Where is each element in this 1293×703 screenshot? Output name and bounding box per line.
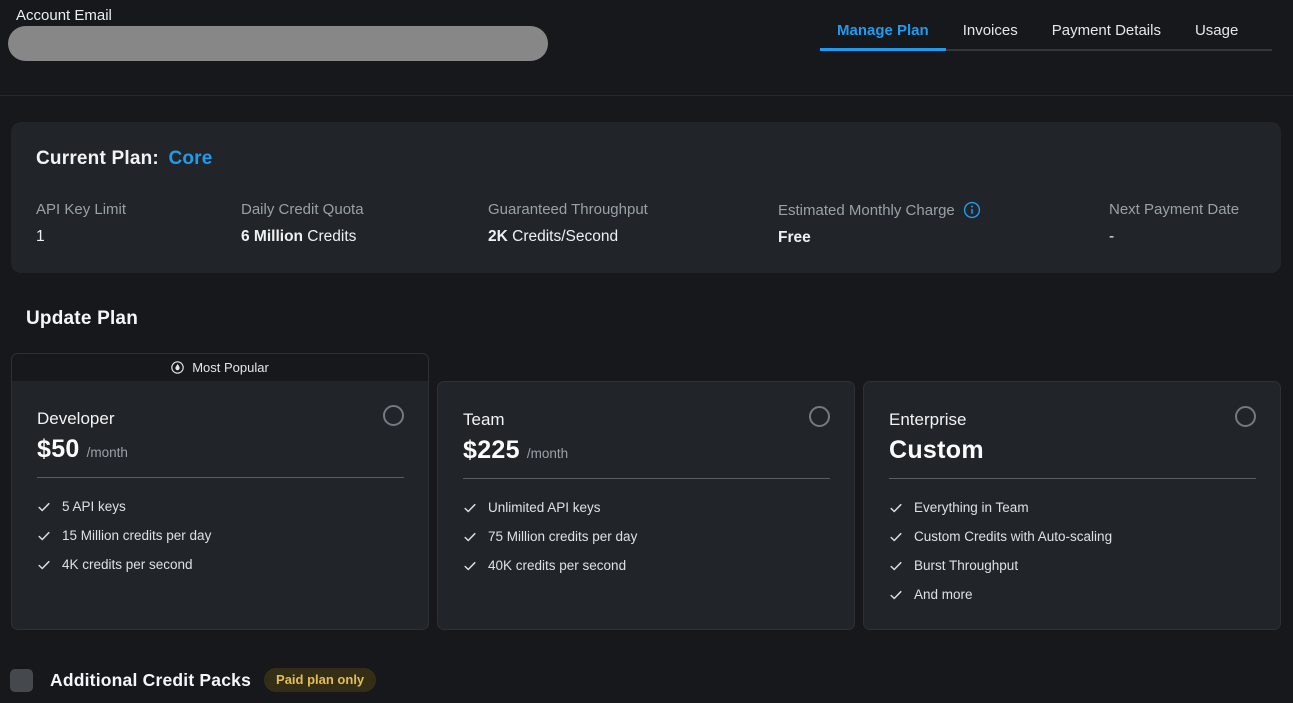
billing-tabs: Manage Plan Invoices Payment Details Usa… (820, 0, 1272, 51)
additional-credit-packs-checkbox[interactable] (10, 669, 33, 692)
radio-select-team[interactable] (809, 406, 830, 427)
card-divider (889, 478, 1256, 479)
stat-label: Daily Credit Quota (241, 201, 364, 218)
feature-item: And more (889, 580, 1256, 609)
check-icon (37, 500, 51, 514)
additional-credit-packs-row: Additional Credit Packs Paid plan only (10, 668, 376, 692)
header-divider (0, 95, 1293, 96)
account-email-label: Account Email (16, 7, 112, 24)
plan-name: Team (463, 409, 830, 430)
feature-list: 5 API keys 15 Million credits per day 4K… (37, 492, 404, 579)
plan-card-enterprise[interactable]: Enterprise Custom Everything in Team Cus… (863, 381, 1281, 630)
stat-estimated-monthly-charge: Estimated Monthly Charge Free (778, 201, 981, 247)
check-icon (889, 530, 903, 544)
flame-icon (171, 361, 184, 374)
stat-label: Estimated Monthly Charge (778, 202, 955, 219)
current-plan-title-prefix: Current Plan: (36, 148, 159, 169)
feature-item: 15 Million credits per day (37, 521, 404, 550)
plan-card-developer[interactable]: Developer $50 /month 5 API keys 15 Milli… (11, 381, 429, 630)
check-icon (889, 501, 903, 515)
additional-credit-packs-label: Additional Credit Packs (50, 670, 251, 691)
check-icon (37, 529, 51, 543)
feature-item: Everything in Team (889, 493, 1256, 522)
stat-value: 6 Million Credits (241, 228, 364, 246)
plan-period: /month (87, 445, 128, 460)
check-icon (889, 588, 903, 602)
stat-daily-credit-quota: Daily Credit Quota 6 Million Credits (241, 201, 364, 246)
plan-period: /month (527, 446, 568, 461)
radio-select-enterprise[interactable] (1235, 406, 1256, 427)
radio-select-developer[interactable] (383, 405, 404, 426)
stat-value: - (1109, 228, 1239, 246)
tab-payment-details[interactable]: Payment Details (1035, 11, 1178, 49)
paid-plan-only-badge: Paid plan only (264, 668, 376, 692)
feature-item: Unlimited API keys (463, 493, 830, 522)
stat-value: Free (778, 229, 981, 247)
feature-list: Unlimited API keys 75 Million credits pe… (463, 493, 830, 580)
feature-item: 4K credits per second (37, 550, 404, 579)
current-plan-title: Current Plan: Core (36, 148, 213, 170)
plan-price: $50 (37, 435, 80, 464)
stat-value: 2K Credits/Second (488, 228, 648, 246)
stat-label: Guaranteed Throughput (488, 201, 648, 218)
check-icon (37, 558, 51, 572)
current-plan-card: Current Plan: Core API Key Limit 1 Daily… (11, 122, 1281, 273)
card-divider (463, 478, 830, 479)
stat-guaranteed-throughput: Guaranteed Throughput 2K Credits/Second (488, 201, 648, 246)
plan-name: Enterprise (889, 409, 1256, 430)
feature-item: 40K credits per second (463, 551, 830, 580)
feature-item: 75 Million credits per day (463, 522, 830, 551)
feature-item: Custom Credits with Auto-scaling (889, 522, 1256, 551)
plan-name: Developer (37, 408, 404, 429)
check-icon (463, 559, 477, 573)
plan-card-team[interactable]: Team $225 /month Unlimited API keys 75 M… (437, 381, 855, 630)
billing-page: Account Email Manage Plan Invoices Payme… (0, 0, 1293, 703)
most-popular-banner: Most Popular (11, 353, 429, 381)
update-plan-heading: Update Plan (26, 308, 138, 330)
stat-value: 1 (36, 228, 126, 246)
check-icon (463, 530, 477, 544)
stat-next-payment-date: Next Payment Date - (1109, 201, 1239, 246)
plan-price: $225 (463, 436, 520, 465)
info-icon[interactable] (963, 201, 981, 219)
check-icon (889, 559, 903, 573)
tab-usage[interactable]: Usage (1178, 11, 1255, 49)
most-popular-label: Most Popular (192, 360, 269, 375)
tab-invoices[interactable]: Invoices (946, 11, 1035, 49)
tab-manage-plan[interactable]: Manage Plan (820, 11, 946, 49)
plan-price: Custom (889, 436, 984, 465)
stat-api-key-limit: API Key Limit 1 (36, 201, 126, 246)
feature-list: Everything in Team Custom Credits with A… (889, 493, 1256, 609)
current-plan-name: Core (168, 148, 212, 169)
stat-label: API Key Limit (36, 201, 126, 218)
card-divider (37, 477, 404, 478)
stat-label: Next Payment Date (1109, 201, 1239, 218)
feature-item: Burst Throughput (889, 551, 1256, 580)
check-icon (463, 501, 477, 515)
feature-item: 5 API keys (37, 492, 404, 521)
account-email-value (8, 26, 548, 61)
